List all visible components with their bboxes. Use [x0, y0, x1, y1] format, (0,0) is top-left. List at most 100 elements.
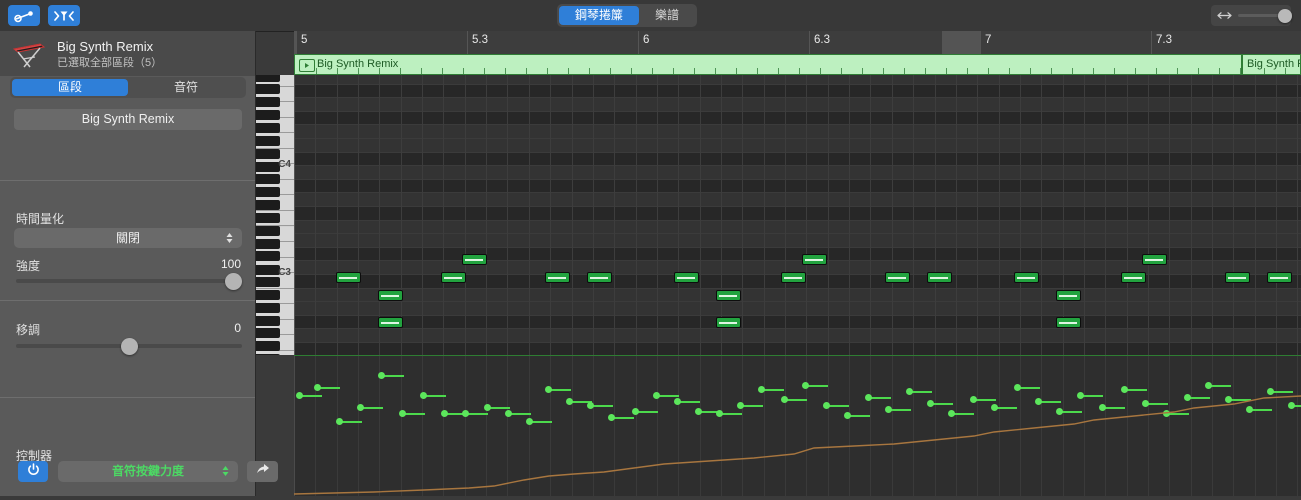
grid-beat-line	[1084, 75, 1085, 355]
grid-beat-line	[486, 75, 487, 355]
note-velocity-bar	[805, 259, 823, 261]
track-selection-summary: 已選取全部區段（5）	[57, 56, 162, 70]
piano-black-key[interactable]	[256, 97, 280, 107]
midi-note[interactable]	[1121, 272, 1146, 283]
note-velocity-bar	[1059, 295, 1077, 297]
piano-black-key[interactable]	[256, 213, 280, 223]
midi-note[interactable]	[716, 317, 741, 328]
midi-note[interactable]	[1056, 317, 1081, 328]
controller-type-popup[interactable]: 音符按鍵力度	[58, 461, 238, 482]
controller-action-button[interactable]	[247, 461, 278, 482]
tab-note[interactable]: 音符	[128, 79, 244, 96]
tab-piano-roll[interactable]: 鋼琴捲簾	[559, 6, 639, 25]
region-name-field[interactable]: Big Synth Remix	[14, 109, 242, 130]
automation-curve[interactable]	[294, 356, 1301, 500]
region-tick	[841, 68, 842, 74]
horizontal-resize-icon	[1217, 7, 1232, 25]
piano-black-key[interactable]	[256, 110, 280, 120]
midi-note[interactable]	[1267, 272, 1292, 283]
midi-note[interactable]	[802, 254, 827, 265]
controller-power-button[interactable]	[18, 461, 48, 482]
transpose-slider-knob[interactable]	[121, 338, 138, 355]
piano-black-key[interactable]	[256, 162, 280, 172]
midi-note[interactable]	[781, 272, 806, 283]
piano-black-key[interactable]	[256, 290, 280, 300]
tab-region[interactable]: 區段	[12, 79, 128, 96]
grid-row	[294, 85, 1301, 99]
region[interactable]: Big Synth Remix	[294, 54, 1242, 75]
zoom-slider-knob[interactable]	[1278, 9, 1292, 23]
piano-black-key[interactable]	[256, 265, 280, 275]
midi-note[interactable]	[1014, 272, 1039, 283]
piano-black-key[interactable]	[256, 354, 280, 355]
piano-black-key[interactable]	[256, 303, 280, 313]
midi-note[interactable]	[336, 272, 361, 283]
note-velocity-bar	[465, 259, 483, 261]
ruler-bar-number: 7	[985, 34, 991, 46]
region-tick	[1219, 68, 1220, 74]
grid-beat-line	[337, 75, 338, 355]
piano-black-key[interactable]	[256, 174, 280, 184]
piano-black-key[interactable]	[256, 277, 280, 287]
grid-beat-line	[870, 75, 871, 355]
piano-black-key[interactable]	[256, 226, 280, 236]
transpose-slider[interactable]	[16, 344, 242, 348]
midi-note[interactable]	[885, 272, 910, 283]
note-velocity-bar	[784, 277, 802, 279]
grid-beat-line	[614, 75, 615, 355]
midi-note[interactable]	[462, 254, 487, 265]
midi-note[interactable]	[441, 272, 466, 283]
piano-keyboard[interactable]: C4C3	[256, 75, 295, 355]
midi-note[interactable]	[587, 272, 612, 283]
piano-black-key[interactable]	[256, 341, 280, 351]
region[interactable]: Big Synth R	[1242, 54, 1301, 75]
tab-score[interactable]: 樂譜	[639, 6, 695, 25]
note-velocity-bar	[930, 277, 948, 279]
grid-row	[294, 139, 1301, 153]
midi-note[interactable]	[927, 272, 952, 283]
midi-note[interactable]	[674, 272, 699, 283]
inspector-tabs: 區段 音符	[10, 77, 246, 98]
grid-beat-line	[742, 75, 743, 355]
region-tick	[400, 68, 401, 74]
region-tick	[1240, 68, 1241, 74]
midi-note[interactable]	[1142, 254, 1167, 265]
region-tick	[337, 68, 338, 74]
strength-slider-knob[interactable]	[225, 273, 242, 290]
fit-zoom-button[interactable]	[48, 5, 80, 26]
piano-black-key[interactable]	[256, 239, 280, 249]
region-tick	[1135, 68, 1136, 74]
midi-note[interactable]	[545, 272, 570, 283]
zoom-slider[interactable]	[1211, 5, 1291, 26]
quantize-popup[interactable]: 關閉	[14, 228, 242, 248]
grid-row	[294, 207, 1301, 221]
piano-black-key[interactable]	[256, 328, 280, 338]
midi-note[interactable]	[378, 317, 403, 328]
grid-row	[294, 289, 1301, 303]
grid-beat-line	[828, 75, 829, 355]
midi-note[interactable]	[1056, 290, 1081, 301]
region-tick	[946, 68, 947, 74]
automation-button[interactable]	[8, 5, 40, 26]
zoom-slider-track[interactable]	[1238, 14, 1285, 17]
piano-black-key[interactable]	[256, 187, 280, 197]
midi-note[interactable]	[378, 290, 403, 301]
grid-beat-line	[1020, 75, 1021, 355]
note-grid[interactable]	[294, 75, 1301, 356]
piano-black-key[interactable]	[256, 123, 280, 133]
piano-black-key[interactable]	[256, 136, 280, 146]
grid-beat-line	[849, 75, 850, 355]
midi-note[interactable]	[716, 290, 741, 301]
piano-black-key[interactable]	[256, 316, 280, 326]
piano-black-key[interactable]	[256, 251, 280, 261]
bar-ruler[interactable]: 55.366.377.3	[294, 31, 1301, 55]
region-tick	[568, 68, 569, 74]
piano-black-key[interactable]	[256, 84, 280, 94]
piano-black-key[interactable]	[256, 200, 280, 210]
strength-slider[interactable]	[16, 279, 242, 283]
velocity-automation-lane[interactable]	[294, 356, 1301, 500]
midi-note[interactable]	[1225, 272, 1250, 283]
piano-black-key[interactable]	[256, 75, 280, 82]
piano-black-key[interactable]	[256, 149, 280, 159]
region-tick	[505, 68, 506, 74]
